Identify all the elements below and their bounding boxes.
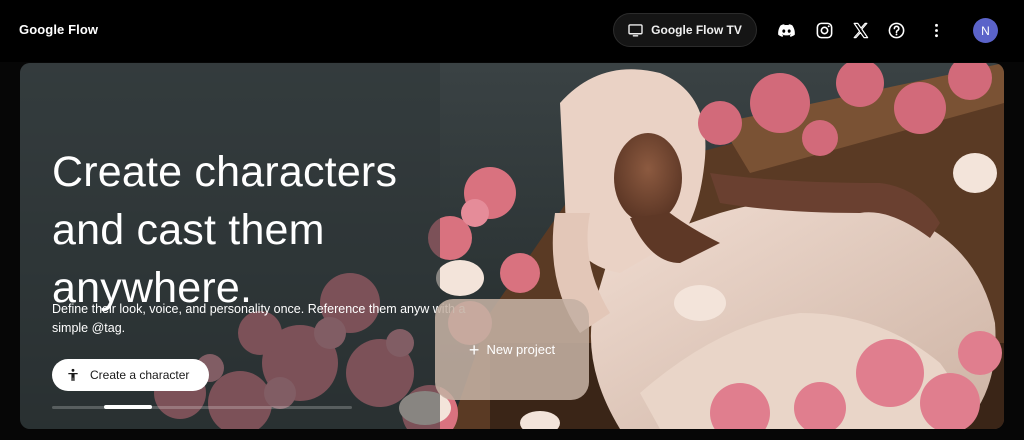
user-avatar[interactable]: N (973, 18, 998, 43)
carousel-progress (52, 405, 352, 409)
instagram-icon[interactable] (813, 19, 835, 41)
hero-banner: Create characters and cast them anywhere… (20, 63, 1004, 429)
new-project-label: New project (486, 342, 556, 357)
create-character-button[interactable]: Create a character (52, 359, 210, 391)
create-character-label: Create a character (90, 368, 190, 382)
brand-name[interactable]: Google Flow (19, 22, 98, 37)
tv-icon (628, 23, 643, 37)
more-vert-icon[interactable] (925, 19, 947, 41)
plus-icon: + (468, 339, 480, 360)
tv-button-label: Google Flow TV (651, 23, 742, 37)
carousel-progress-active-segment[interactable] (104, 405, 152, 409)
hero-title: Create characters and cast them anywhere… (52, 148, 398, 312)
person-icon (68, 368, 78, 381)
hero-description: Define their look, voice, and personalit… (52, 302, 466, 335)
carousel-progress-track (52, 406, 352, 409)
new-project-button[interactable]: + New project (435, 299, 589, 400)
top-bar: Google Flow Google Flow TV N (0, 0, 1024, 62)
x-icon[interactable] (849, 19, 871, 41)
help-icon[interactable] (885, 19, 907, 41)
discord-icon[interactable] (775, 19, 797, 41)
google-flow-tv-button[interactable]: Google Flow TV (613, 13, 757, 47)
